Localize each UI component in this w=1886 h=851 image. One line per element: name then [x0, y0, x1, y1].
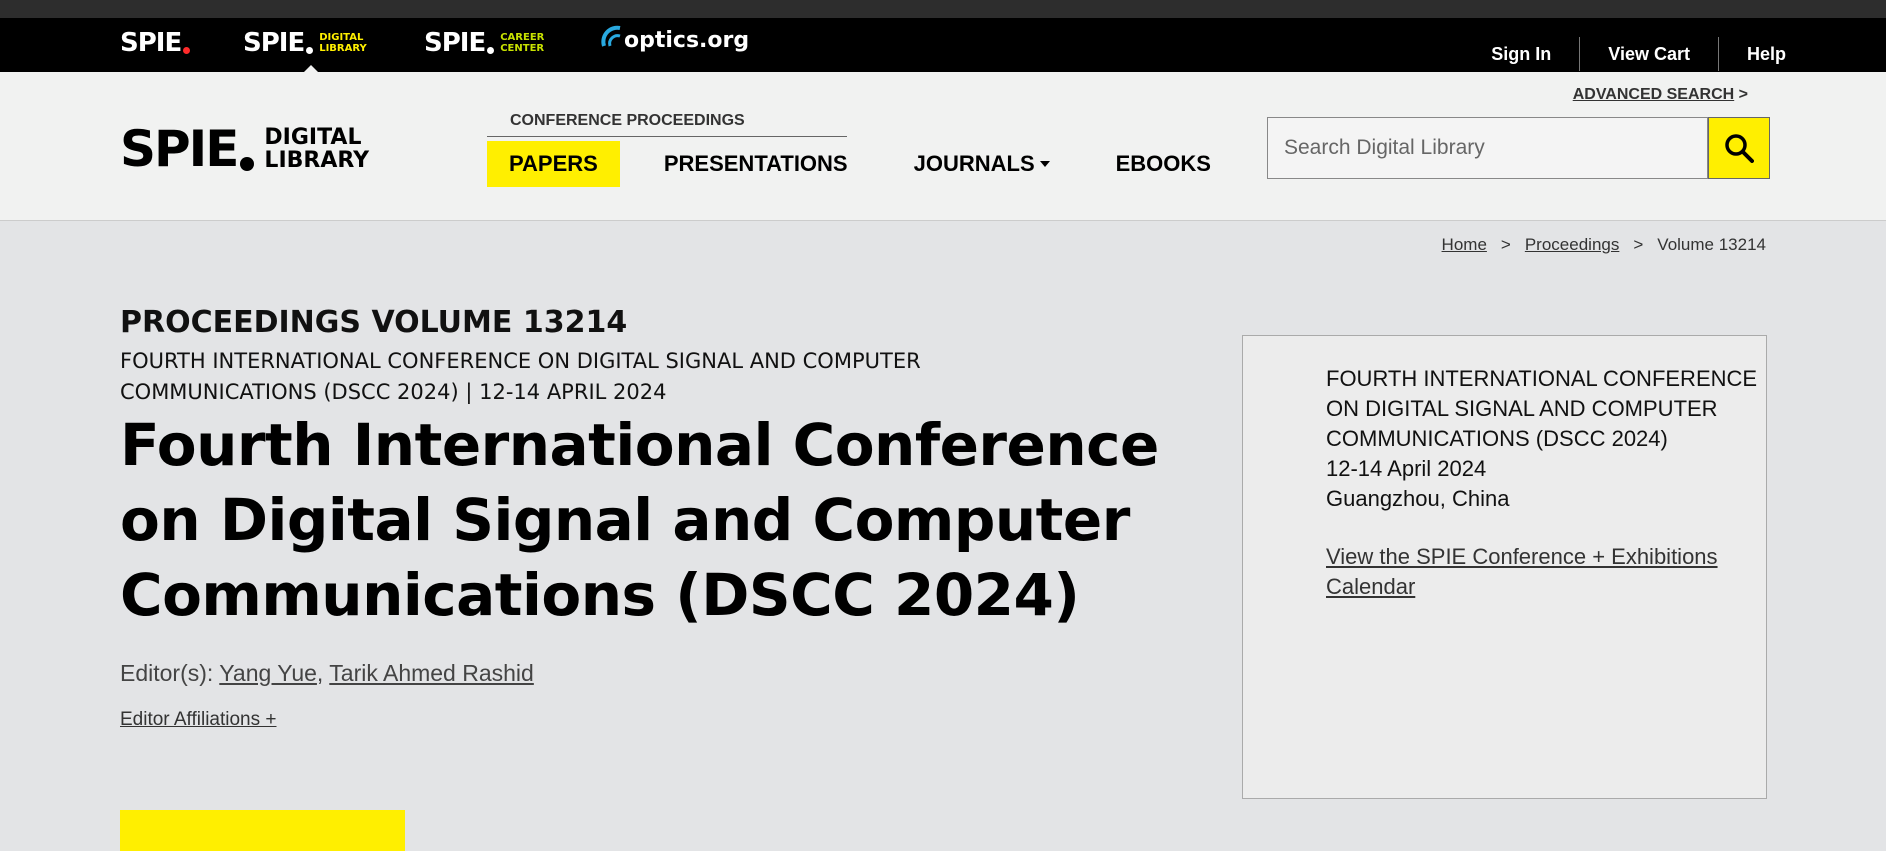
conference-info-box: FOURTH INTERNATIONAL CONFERENCE ON DIGIT…: [1242, 335, 1767, 799]
yellow-action-button[interactable]: [120, 810, 405, 851]
nav-ebooks[interactable]: EBOOKS: [1094, 141, 1233, 187]
info-location: Guangzhou, China: [1326, 486, 1510, 511]
brand-sub-line: LIBRARY: [319, 43, 367, 54]
breadcrumb-current: Volume 13214: [1657, 235, 1766, 254]
main-nav: PAPERS PRESENTATIONS JOURNALS EBOOKS: [487, 141, 1255, 187]
logo-dot-icon: [240, 157, 255, 171]
nav-label: PAPERS: [509, 151, 598, 176]
brand-sub-label: CAREER CENTER: [500, 32, 544, 54]
search-input[interactable]: [1267, 117, 1708, 179]
breadcrumb-proceedings[interactable]: Proceedings: [1525, 235, 1620, 255]
editor-affiliations-toggle[interactable]: Editor Affiliations +: [120, 709, 277, 731]
editor-link[interactable]: Tarik Ahmed Rashid: [329, 660, 534, 686]
logo-sub-line: LIBRARY: [264, 148, 370, 173]
conference-calendar-link[interactable]: View the SPIE Conference + Exhibitions C…: [1326, 544, 1718, 599]
info-dates: 12-14 April 2024: [1326, 456, 1487, 481]
advanced-search-link[interactable]: ADVANCED SEARCH: [1573, 86, 1735, 103]
nav-label: EBOOKS: [1115, 151, 1211, 176]
brand-sub-line: CAREER: [500, 32, 545, 43]
sign-in-link[interactable]: Sign In: [1463, 37, 1579, 71]
view-cart-link[interactable]: View Cart: [1579, 37, 1718, 71]
nav-label: PRESENTATIONS: [663, 151, 848, 176]
logo-sub-line: DIGITAL: [264, 125, 362, 150]
account-nav: Sign In View Cart Help: [1463, 36, 1814, 72]
logo-spie-text: SPIE: [120, 120, 239, 178]
brand-sub-label: DIGITAL LIBRARY: [319, 32, 367, 54]
optics-wave-icon: [601, 25, 621, 47]
breadcrumb-separator: >: [1500, 235, 1511, 254]
brand-spie-text: SPIE: [424, 28, 486, 58]
proceedings-volume: PROCEEDINGS VOLUME 13214: [120, 305, 628, 340]
brand-dot-icon: [487, 46, 495, 54]
nav-presentations[interactable]: PRESENTATIONS: [642, 141, 870, 187]
optics-org-link[interactable]: optics.org: [600, 25, 750, 53]
logo-sub-label: DIGITAL LIBRARY: [264, 126, 369, 172]
optics-label: optics.org: [624, 28, 750, 53]
spie-digital-library-logo[interactable]: SPIE DIGITAL LIBRARY: [120, 124, 369, 174]
chevron-down-icon: [1039, 161, 1050, 167]
spie-brand-link[interactable]: SPIE: [120, 28, 191, 58]
nav-papers[interactable]: PAPERS: [487, 141, 620, 187]
editor-separator: ,: [316, 660, 324, 686]
brand-dot-icon: [306, 46, 314, 54]
editors-label: Editor(s):: [120, 660, 214, 686]
conference-proceedings-label: CONFERENCE PROCEEDINGS: [487, 112, 847, 137]
brand-dot-icon: [183, 46, 191, 54]
brand-spie-text: SPIE: [243, 28, 305, 58]
spie-career-center-brand-link[interactable]: SPIE CAREER CENTER: [424, 28, 544, 58]
brand-sub-line: DIGITAL: [319, 32, 364, 43]
breadcrumb-separator: >: [1633, 235, 1644, 254]
brand-spie-text: SPIE: [120, 28, 182, 58]
search-form: [1267, 117, 1770, 179]
help-link[interactable]: Help: [1717, 37, 1814, 71]
top-bar: SPIE SPIE DIGITAL LIBRARY SPIE CAREER CE…: [0, 18, 1886, 73]
page-title: Fourth International Conference on Digit…: [120, 411, 1159, 629]
search-icon: [1725, 134, 1754, 163]
info-conference-name: FOURTH INTERNATIONAL CONFERENCE ON DIGIT…: [1326, 366, 1758, 451]
advanced-search: ADVANCED SEARCH >: [1573, 86, 1748, 104]
nav-label: JOURNALS: [913, 151, 1035, 176]
breadcrumb: Home > Proceedings > Volume 13214: [1442, 235, 1766, 255]
site-header: SPIE DIGITAL LIBRARY CONFERENCE PROCEEDI…: [0, 72, 1886, 221]
editors: Editor(s): Yang Yue, Tarik Ahmed Rashid: [120, 660, 534, 687]
spie-digital-library-brand-link[interactable]: SPIE DIGITAL LIBRARY: [243, 28, 367, 58]
editor-link[interactable]: Yang Yue: [219, 660, 317, 686]
window-top-edge: [0, 0, 1886, 18]
advanced-search-arrow: >: [1738, 86, 1748, 103]
search-button[interactable]: [1708, 117, 1770, 179]
nav-journals[interactable]: JOURNALS: [892, 141, 1072, 187]
conference-subtitle: FOURTH INTERNATIONAL CONFERENCE ON DIGIT…: [120, 349, 921, 404]
breadcrumb-home[interactable]: Home: [1442, 235, 1487, 255]
brand-sub-line: CENTER: [500, 43, 545, 54]
